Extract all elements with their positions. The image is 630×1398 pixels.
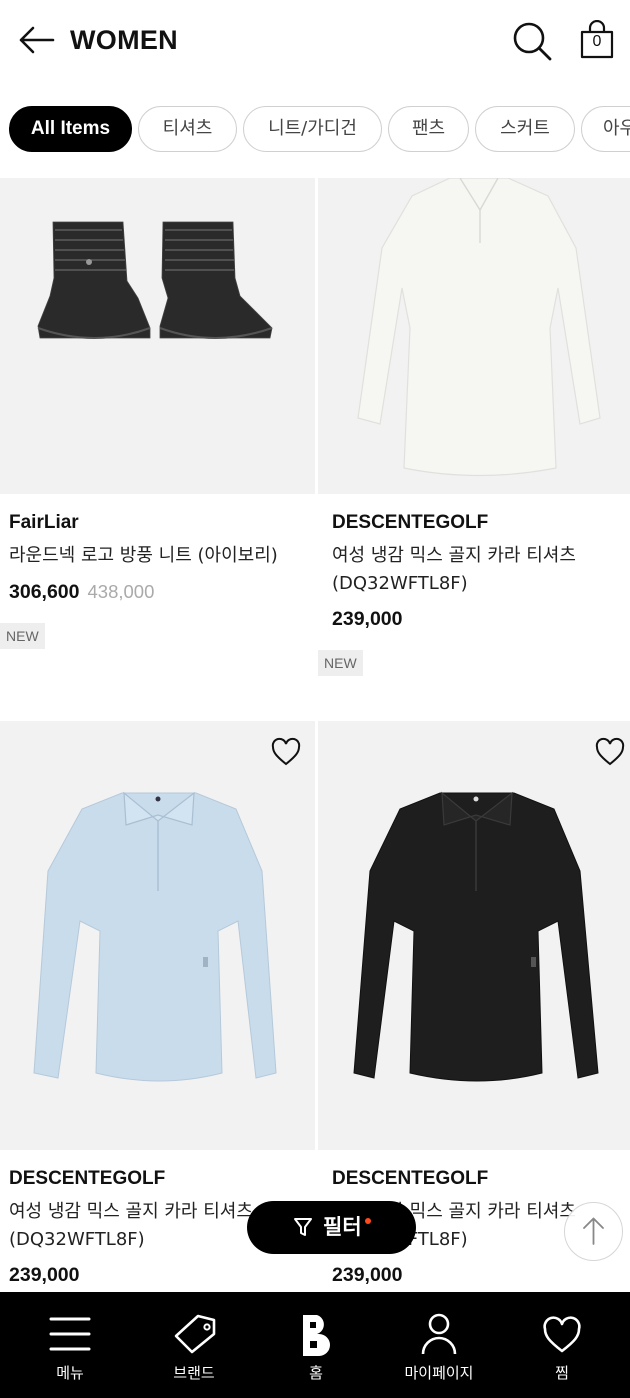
nav-wishlist[interactable]: 찜: [499, 1292, 625, 1398]
filter-button[interactable]: 필터: [247, 1201, 416, 1254]
chip-pants[interactable]: 팬츠: [388, 106, 469, 152]
scroll-to-top-button[interactable]: [564, 1202, 623, 1261]
product-card[interactable]: FairLiar 라운드넥 로고 방풍 니트 (아이보리) 306,600 438…: [0, 178, 315, 698]
nav-label: 찜: [555, 1364, 569, 1382]
search-icon: [513, 22, 552, 61]
knit-warmer-image: [37, 221, 273, 339]
chip-outer[interactable]: 아우: [581, 106, 630, 152]
heart-outline-icon: [595, 737, 625, 766]
top-app-bar: WOMEN 0: [0, 0, 630, 80]
white-polo-shirt-image: [357, 178, 601, 477]
nav-label: 메뉴: [56, 1364, 84, 1382]
product-brand: FairLiar: [9, 512, 79, 533]
product-price: 239,000: [9, 1264, 80, 1286]
tag-icon: [174, 1314, 216, 1354]
nav-label: 마이페이지: [404, 1364, 474, 1382]
new-badge: NEW: [318, 650, 363, 676]
product-name: 여성 냉감 믹스 골지 카라 티셔츠 (DQ32WFTL8F): [332, 545, 576, 594]
category-chip-bar[interactable]: All Items 티셔츠 니트/가디건 팬츠 스커트 아우: [0, 104, 630, 156]
brand-b-logo: [303, 1315, 330, 1356]
filter-label: 필터: [323, 1215, 362, 1239]
product-image[interactable]: [318, 178, 630, 494]
product-card[interactable]: DESCENTEGOLF 여성 냉감 믹스 골지 카라 티셔츠 (DQ32WFT…: [318, 721, 630, 1286]
product-image[interactable]: [318, 721, 630, 1150]
product-brand: DESCENTEGOLF: [332, 512, 489, 533]
page-title: WOMEN: [70, 25, 178, 55]
arrow-up-icon: [582, 1217, 604, 1245]
product-image[interactable]: [0, 178, 315, 494]
product-price-row: 306,600 438,000: [9, 581, 154, 604]
filter-active-dot: [365, 1218, 371, 1224]
product-brand: DESCENTEGOLF: [9, 1168, 166, 1189]
black-polo-shirt-image: [353, 791, 599, 1082]
nav-label: 홈: [309, 1364, 323, 1382]
product-card[interactable]: DESCENTEGOLF 여성 냉감 믹스 골지 카라 티셔츠 (DQ32WFT…: [318, 178, 630, 698]
bottom-navigation: 메뉴 브랜드 홈 마이페이지 찜: [0, 1292, 630, 1398]
original-price: 438,000: [87, 581, 155, 602]
nav-brands[interactable]: 브랜드: [131, 1292, 257, 1398]
heart-outline-icon: [271, 737, 301, 766]
new-badge: NEW: [0, 623, 45, 649]
product-price: 239,000: [332, 1264, 403, 1286]
nav-home[interactable]: 홈: [253, 1292, 379, 1398]
back-button[interactable]: [16, 22, 56, 58]
search-button[interactable]: [510, 20, 554, 62]
product-image[interactable]: [0, 721, 315, 1150]
wishlist-button[interactable]: [594, 737, 626, 767]
person-icon: [421, 1313, 457, 1355]
chip-tshirts[interactable]: 티셔츠: [138, 106, 237, 152]
product-card[interactable]: DESCENTEGOLF 여성 냉감 믹스 골지 카라 티셔츠 (DQ32WFT…: [0, 721, 315, 1286]
funnel-icon: [294, 1218, 312, 1236]
product-grid: FairLiar 라운드넥 로고 방풍 니트 (아이보리) 306,600 438…: [0, 178, 630, 1292]
chip-all-items[interactable]: All Items: [9, 106, 132, 152]
chip-skirt[interactable]: 스커트: [475, 106, 575, 152]
nav-mypage[interactable]: 마이페이지: [376, 1292, 502, 1398]
product-price: 239,000: [332, 608, 403, 630]
product-name: 라운드넥 로고 방풍 니트 (아이보리): [9, 545, 278, 566]
product-brand: DESCENTEGOLF: [332, 1168, 489, 1189]
product-price: 306,600: [9, 581, 80, 603]
cart-count: 0: [592, 33, 602, 50]
wishlist-button[interactable]: [270, 737, 302, 767]
chip-knit-cardigan[interactable]: 니트/가디건: [243, 106, 382, 152]
menu-icon: [49, 1317, 91, 1351]
heart-icon: [543, 1316, 581, 1353]
nav-menu[interactable]: 메뉴: [7, 1292, 133, 1398]
light-blue-polo-shirt-image: [33, 791, 277, 1082]
shopping-bag-button[interactable]: 0: [578, 20, 616, 60]
back-arrow-icon: [19, 26, 55, 54]
nav-label: 브랜드: [173, 1364, 215, 1382]
